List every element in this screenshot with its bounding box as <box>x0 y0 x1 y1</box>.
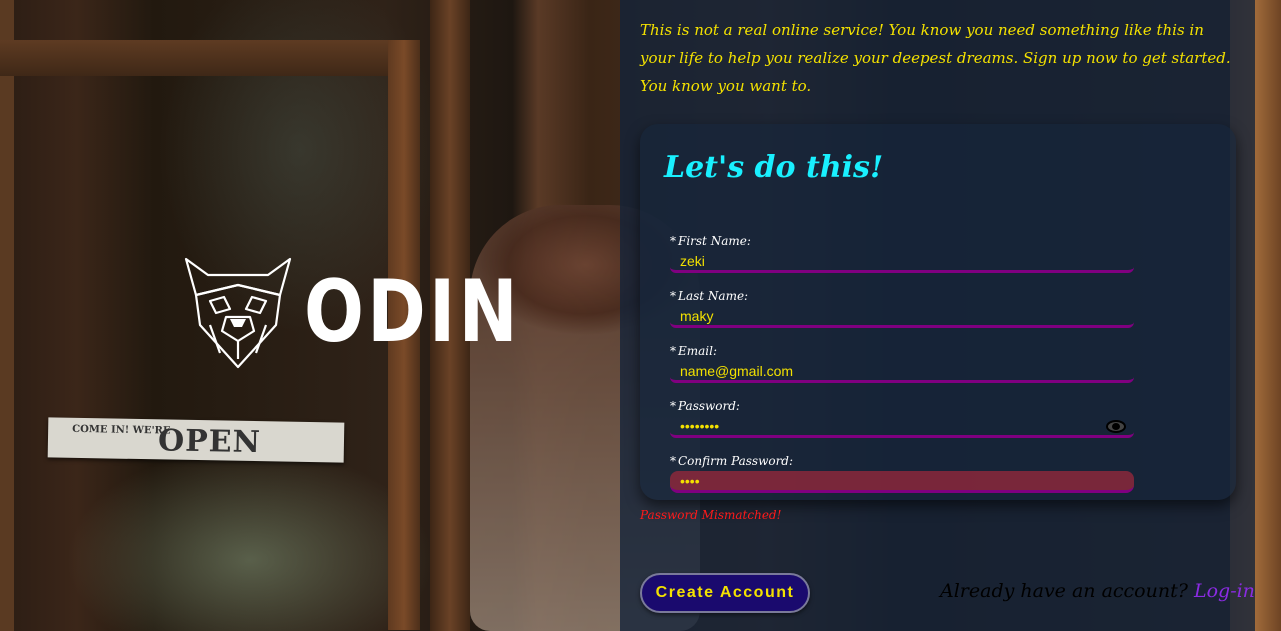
background-door-frame <box>0 40 390 76</box>
password-mismatch-error: Password Mismatched! <box>640 508 782 522</box>
last-name-input[interactable] <box>670 306 1134 328</box>
intro-line-2: You know you want to. <box>640 77 812 95</box>
last-name-label: * Last Name: <box>670 289 749 303</box>
sign-small-text: COME IN! WE'RE <box>72 423 171 437</box>
required-marker: * <box>670 289 676 303</box>
login-prompt: Already have an account? Log-in <box>940 580 1255 602</box>
intro-line-1: This is not a real online service! You k… <box>640 21 1231 67</box>
viking-dog-icon <box>184 257 292 369</box>
required-marker: * <box>670 454 676 468</box>
email-input[interactable] <box>670 361 1134 383</box>
required-marker: * <box>670 399 676 413</box>
confirm-password-input[interactable] <box>670 471 1134 493</box>
background-open-sign: COME IN! WE'RE OPEN <box>47 417 345 463</box>
password-label: * Password: <box>670 399 740 413</box>
background-door-frame <box>0 0 14 631</box>
email-label: * Email: <box>670 344 718 358</box>
confirm-password-field: * Confirm Password: <box>670 452 1134 493</box>
eye-icon[interactable] <box>1106 420 1126 433</box>
intro-text: This is not a real online service! You k… <box>640 16 1240 100</box>
first-name-input[interactable] <box>670 251 1134 273</box>
last-name-field: * Last Name: <box>670 287 1134 328</box>
brand-logo: ODIN <box>180 255 568 369</box>
login-link[interactable]: Log-in <box>1194 580 1255 602</box>
email-field: * Email: <box>670 342 1134 383</box>
brand-name: ODIN <box>304 262 521 362</box>
required-marker: * <box>670 234 676 248</box>
password-field: * Password: <box>670 397 1134 438</box>
required-marker: * <box>670 344 676 358</box>
sign-big-text: OPEN <box>157 423 262 461</box>
form-title: Let's do this! <box>664 150 884 185</box>
confirm-password-label: * Confirm Password: <box>670 454 794 468</box>
first-name-field: * First Name: <box>670 232 1134 273</box>
first-name-label: * First Name: <box>670 234 751 248</box>
password-input[interactable] <box>670 416 1134 438</box>
create-account-button[interactable]: Create Account <box>640 573 810 613</box>
login-prompt-text: Already have an account? <box>940 580 1194 602</box>
